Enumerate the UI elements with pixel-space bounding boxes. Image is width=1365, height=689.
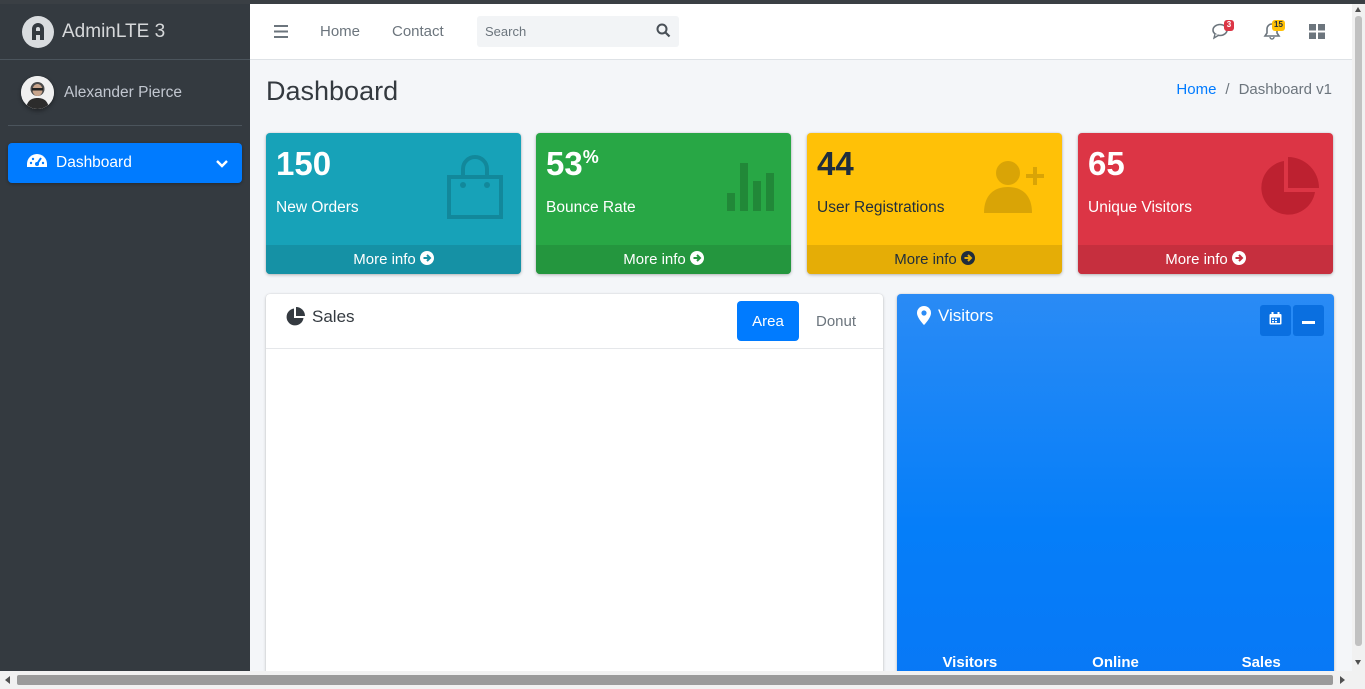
- breadcrumb-home-link[interactable]: Home: [1176, 81, 1216, 98]
- main-sidebar: AdminLTE 3 Alexander Pierce Dashboard: [0, 4, 250, 671]
- visitors-card-title: Visitors: [938, 306, 994, 325]
- brand-text: AdminLTE 3: [62, 20, 166, 42]
- minus-icon: [1302, 312, 1315, 330]
- stat-label-visitors: Visitors: [942, 654, 998, 671]
- stat-label: Unique Visitors: [1088, 199, 1192, 216]
- breadcrumb-separator: /: [1225, 81, 1230, 98]
- scroll-right-arrow-icon[interactable]: [1340, 676, 1345, 684]
- breadcrumb: Home / Dashboard v1: [1176, 81, 1332, 98]
- breadcrumb-current: Dashboard v1: [1238, 81, 1332, 98]
- stat-label-online: Online: [1092, 654, 1139, 671]
- visitors-card: Visitors Visitors Online Sales: [897, 294, 1334, 671]
- horizontal-scrollbar-thumb[interactable]: [17, 675, 1333, 685]
- tachometer-icon: [26, 153, 48, 174]
- arrow-circle-right-icon: [419, 250, 434, 269]
- stat-value: 44: [817, 145, 854, 182]
- chevron-down-icon: [216, 156, 228, 174]
- messages-icon[interactable]: 3: [1212, 20, 1234, 45]
- user-panel[interactable]: Alexander Pierce: [8, 60, 242, 126]
- page-title: Dashboard: [266, 76, 399, 106]
- pie-chart-icon: [285, 307, 305, 332]
- user-plus-icon: [984, 155, 1048, 220]
- small-box-orders: 150 New Orders More info: [266, 133, 521, 274]
- scroll-down-arrow-icon[interactable]: [1355, 660, 1361, 665]
- arrow-circle-right-icon: [1231, 250, 1246, 269]
- arrow-circle-right-icon: [689, 250, 704, 269]
- more-info-link[interactable]: More info: [266, 245, 521, 274]
- more-info-link[interactable]: More info: [1078, 245, 1333, 274]
- tab-donut[interactable]: Donut: [806, 301, 866, 341]
- stat-label-sales: Sales: [1241, 654, 1281, 671]
- scroll-up-arrow-icon[interactable]: [1355, 7, 1361, 12]
- arrow-circle-right-icon: [960, 250, 975, 269]
- stat-value: 65: [1088, 145, 1125, 182]
- messages-badge: 3: [1224, 20, 1234, 31]
- sales-chart-area: [266, 349, 883, 671]
- vertical-scrollbar[interactable]: [1352, 4, 1365, 671]
- stat-label: New Orders: [276, 199, 359, 216]
- sidebar-item-label: Dashboard: [56, 154, 132, 171]
- sidebar-item-dashboard[interactable]: Dashboard: [8, 143, 242, 183]
- top-navbar: Home Contact 3 15: [250, 4, 1352, 60]
- map-marker-icon: [917, 306, 931, 330]
- sales-card: Sales Area Donut: [266, 294, 883, 671]
- search-input[interactable]: [477, 16, 647, 47]
- small-box-registrations: 44 User Registrations More info: [807, 133, 1062, 274]
- user-name: Alexander Pierce: [64, 83, 183, 101]
- visitors-stats: Visitors Online Sales: [897, 654, 1334, 671]
- vertical-scrollbar-thumb[interactable]: [1355, 16, 1362, 646]
- tab-area[interactable]: Area: [737, 301, 799, 341]
- pie-chart-icon: [1257, 157, 1319, 224]
- user-avatar: [21, 76, 54, 109]
- stat-value: 53%: [546, 145, 599, 182]
- calendar-icon: [1269, 311, 1282, 330]
- stat-value: 150: [276, 145, 332, 182]
- navbar-search: [477, 16, 679, 47]
- date-range-button[interactable]: [1260, 305, 1291, 336]
- nav-link-contact[interactable]: Contact: [392, 23, 444, 40]
- grid-icon[interactable]: [1309, 24, 1325, 44]
- content-wrapper: Dashboard Home / Dashboard v1 150 New Or…: [250, 60, 1352, 671]
- small-box-bounce-rate: 53% Bounce Rate More info: [536, 133, 791, 274]
- search-icon[interactable]: [656, 23, 671, 43]
- more-info-link[interactable]: More info: [536, 245, 791, 274]
- notifications-badge: 15: [1272, 20, 1285, 31]
- more-info-link[interactable]: More info: [807, 245, 1062, 274]
- stat-label: Bounce Rate: [546, 199, 636, 216]
- horizontal-scrollbar[interactable]: [0, 671, 1365, 689]
- sales-card-header: Sales Area Donut: [266, 294, 883, 349]
- stat-label: User Registrations: [817, 199, 945, 216]
- sales-card-title: Sales: [312, 307, 355, 326]
- notifications-icon[interactable]: 15: [1263, 20, 1285, 45]
- small-box-visitors: 65 Unique Visitors More info: [1078, 133, 1333, 274]
- nav-link-home[interactable]: Home: [320, 23, 360, 40]
- shopping-bag-icon: [443, 155, 507, 224]
- brand-link[interactable]: AdminLTE 3: [0, 4, 250, 60]
- menu-toggle-icon[interactable]: [274, 25, 288, 43]
- scroll-left-arrow-icon[interactable]: [5, 676, 10, 684]
- collapse-button[interactable]: [1293, 305, 1324, 336]
- bar-chart-icon: [727, 163, 777, 216]
- brand-logo-icon: [22, 15, 54, 48]
